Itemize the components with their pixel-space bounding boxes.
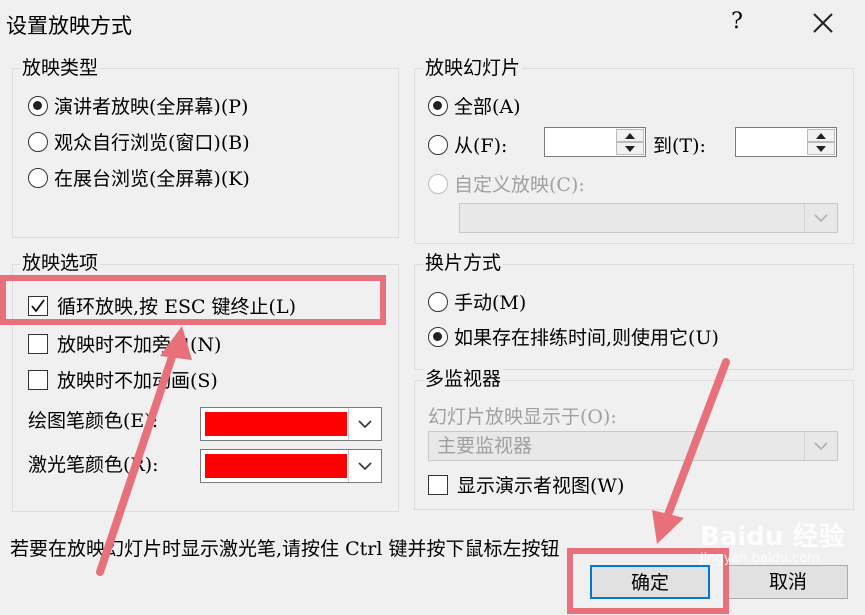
- annotation-arrow-icon: [96, 326, 192, 576]
- annotation-arrows: [96, 326, 730, 576]
- annotation-arrow-icon: [652, 358, 730, 544]
